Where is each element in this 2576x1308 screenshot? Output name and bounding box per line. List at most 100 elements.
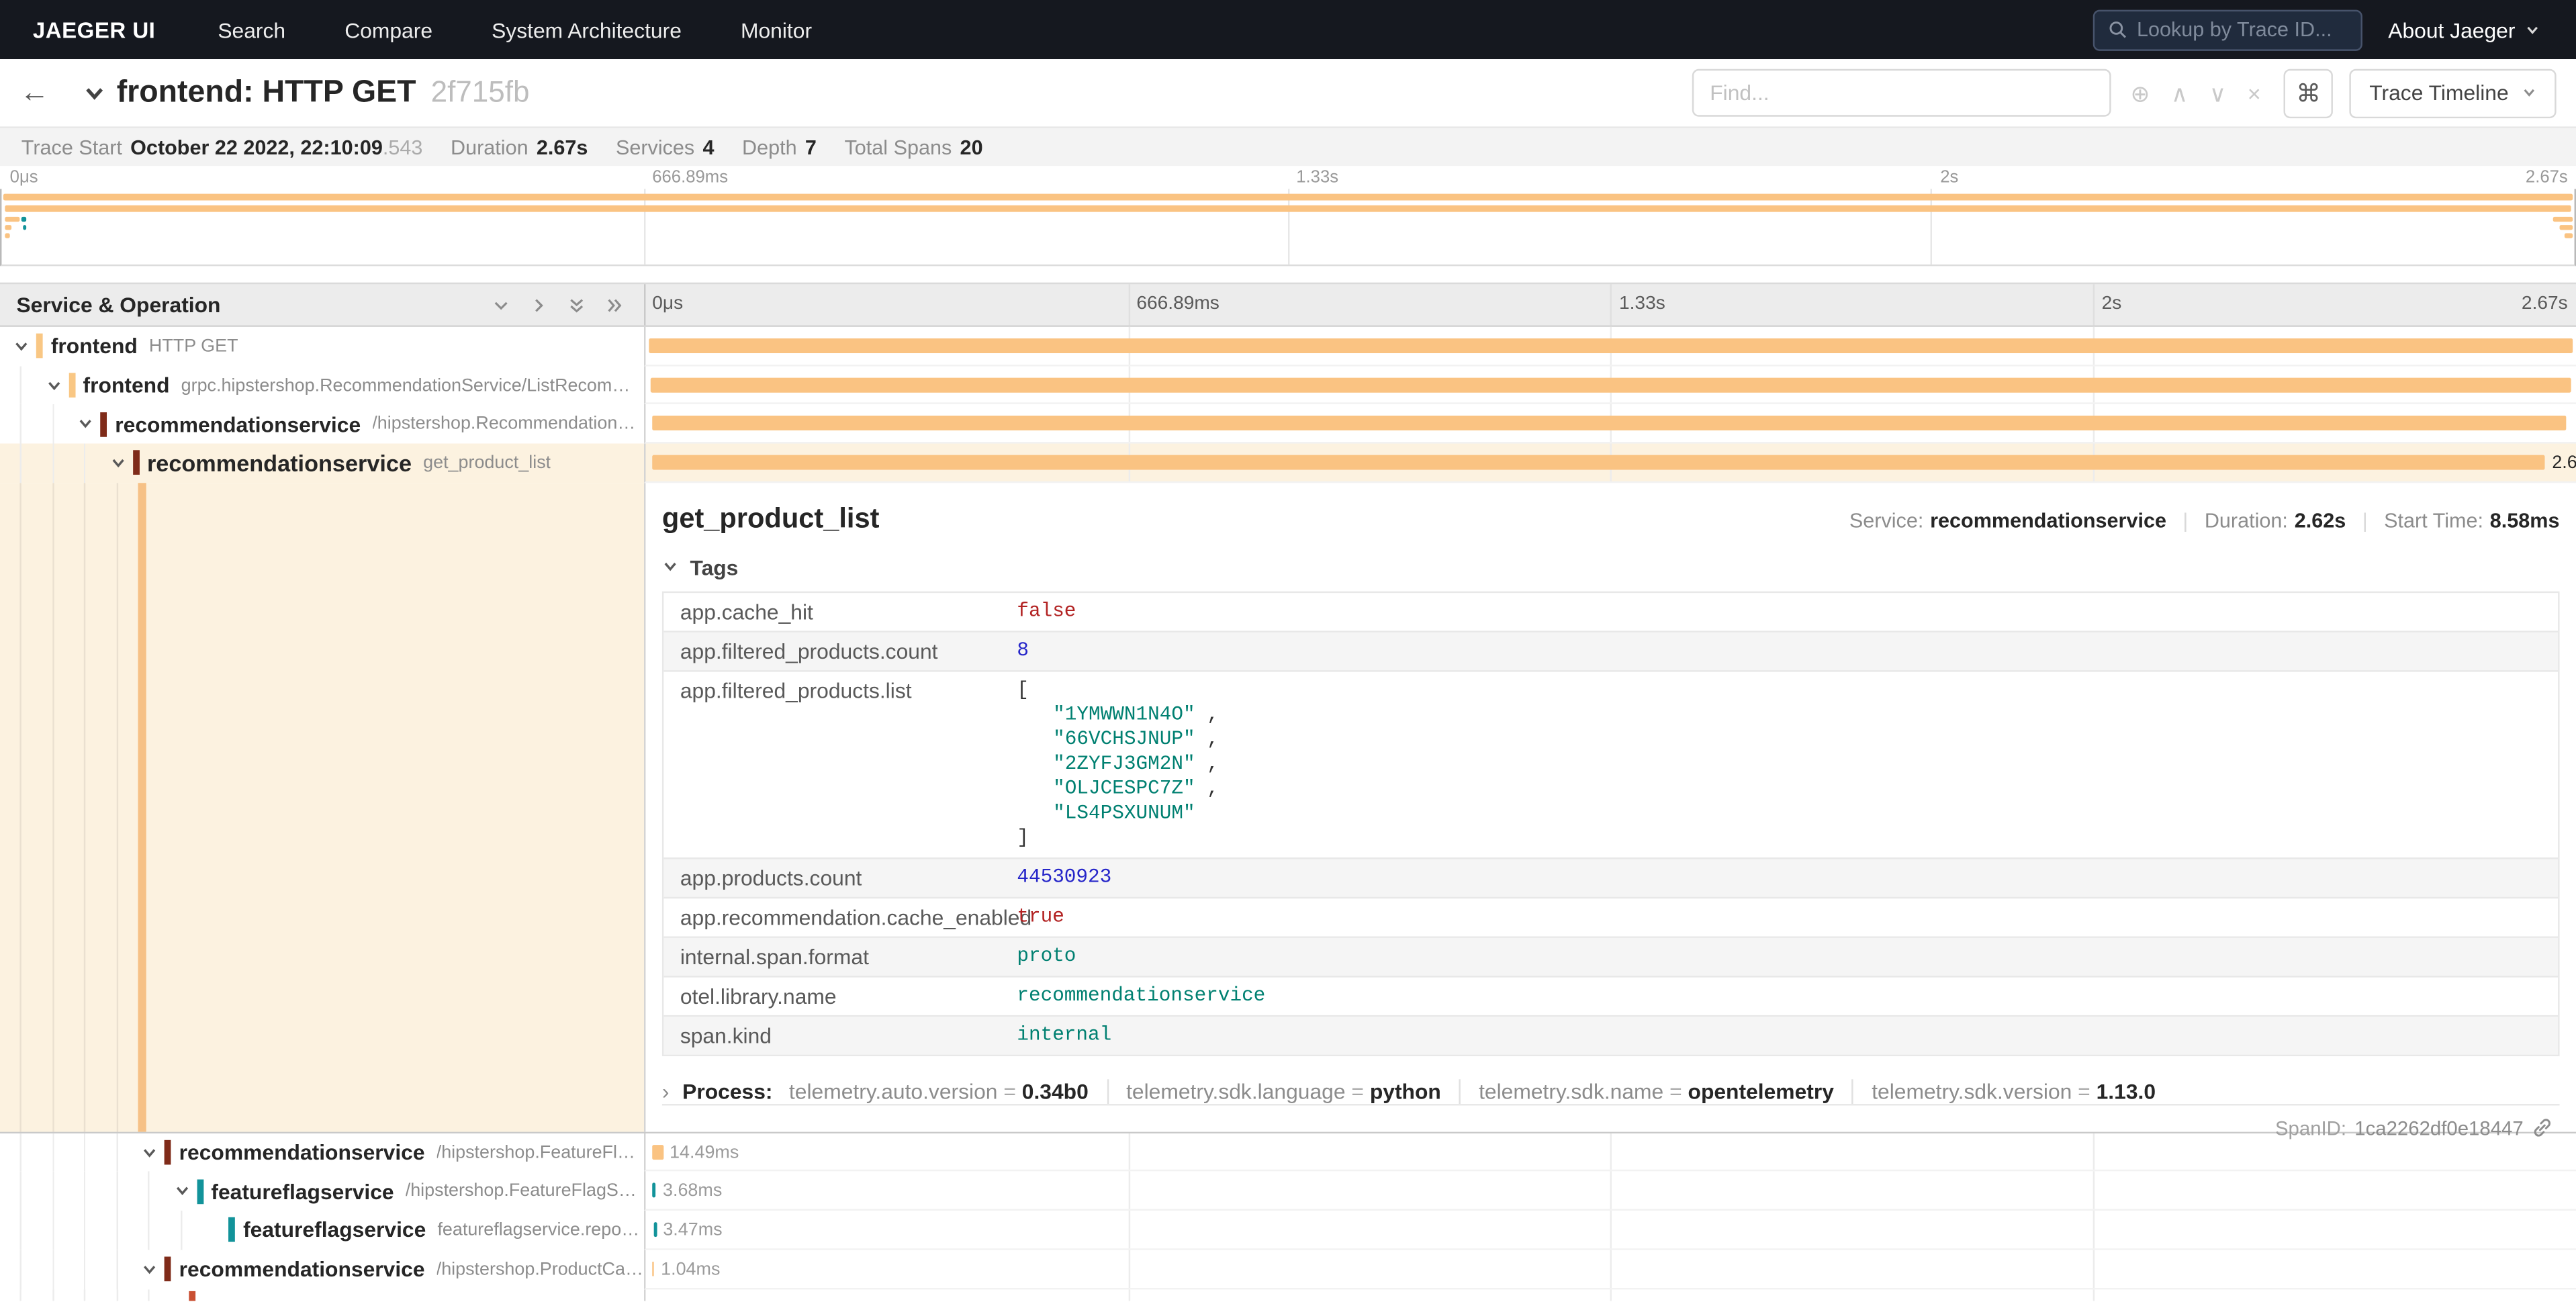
span-row-timeline[interactable]: 3.68ms — [644, 1172, 2576, 1211]
back-button[interactable]: ← — [19, 76, 68, 110]
indent-guide — [19, 483, 21, 1131]
service-color-chip — [68, 373, 75, 398]
trace-id-search-input[interactable] — [2137, 18, 2347, 41]
span-bar[interactable] — [653, 1183, 656, 1198]
app-logo[interactable]: JAEGER UI — [0, 17, 188, 42]
span-row[interactable]: recommendationserviceget_product_list2.6… — [0, 444, 2576, 483]
zoom-icon[interactable]: ⊕ — [2131, 81, 2150, 104]
tag-row[interactable]: app.filtered_products.count8 — [663, 632, 2558, 671]
chevron-down-icon[interactable] — [135, 1133, 165, 1172]
chevron-down-icon — [2525, 22, 2540, 37]
span-bar[interactable] — [653, 1222, 657, 1237]
timeline-tick-label: 2.67s — [2526, 168, 2568, 187]
span-row-left: frontendgrpc.hipstershop.RecommendationS… — [0, 366, 644, 405]
timeline-tick-label: 0μs — [10, 168, 38, 187]
span-row[interactable]: recommendationservice/hipstershop.Recomm… — [0, 405, 2576, 444]
chevron-down-icon[interactable] — [71, 405, 100, 444]
span-bar[interactable] — [651, 377, 2571, 392]
timeline-tick-label: 1.33s — [1619, 294, 1665, 314]
tag-row[interactable]: span.kindinternal — [663, 1017, 2558, 1054]
tag-key: app.cache_hit — [663, 593, 1001, 630]
span-bar[interactable] — [652, 455, 2546, 470]
nav-item-system-architecture[interactable]: System Architecture — [462, 0, 711, 59]
timeline-tick-label: 666.89ms — [652, 168, 728, 187]
tag-value: 8 — [1001, 632, 2558, 669]
timeline-tick-label: 0μs — [652, 294, 683, 314]
chevron-down-icon[interactable] — [103, 444, 132, 483]
span-bar[interactable] — [653, 1261, 655, 1276]
nav-item-compare[interactable]: Compare — [315, 0, 462, 59]
chevron-down-icon[interactable] — [38, 366, 68, 405]
tag-row[interactable]: app.products.count44530923 — [663, 859, 2558, 898]
clear-search-icon[interactable]: × — [2248, 81, 2261, 104]
collapse-trace-chevron-icon[interactable] — [82, 81, 107, 105]
nav-item-monitor[interactable]: Monitor — [711, 0, 841, 59]
service-color-chip — [165, 1140, 171, 1165]
tag-row[interactable]: app.filtered_products.list["1YMWWN1N4O" … — [663, 671, 2558, 859]
nav-item-search[interactable]: Search — [188, 0, 315, 59]
indent-guide — [116, 483, 117, 1131]
span-row-timeline[interactable] — [644, 327, 2576, 366]
span-row-timeline[interactable] — [644, 366, 2576, 405]
service-color-chip — [228, 1218, 235, 1243]
process-tag: telemetry.sdk.name = opentelemetry — [1459, 1079, 1852, 1104]
find-controls: ⊕ ∧ ∨ × — [2131, 81, 2261, 104]
indent-guide — [84, 1289, 85, 1300]
span-row[interactable]: frontendHTTP GET — [0, 327, 2576, 366]
operation-name: HTTP GET — [149, 336, 238, 356]
indent-guide — [52, 1289, 53, 1300]
find-input[interactable] — [1692, 69, 2111, 117]
span-row-timeline[interactable]: 3.47ms — [644, 1211, 2576, 1250]
span-row[interactable]: frontendgrpc.hipstershop.RecommendationS… — [0, 366, 2576, 405]
expand-all-icon[interactable] — [604, 295, 624, 314]
chevron-down-icon[interactable] — [167, 1172, 196, 1211]
span-row[interactable]: recommendationservice/hipstershop.Featur… — [0, 1133, 2576, 1172]
span-row[interactable]: recommendationservice/hipstershop.Produc… — [0, 1250, 2576, 1289]
chevron-right-icon: › — [662, 1079, 670, 1104]
span-duration-label: 14.49ms — [670, 1143, 739, 1162]
span-row-timeline[interactable]: 1.04ms — [644, 1250, 2576, 1289]
timeline-tick-label: 2s — [1940, 168, 1958, 187]
prev-match-icon[interactable]: ∧ — [2171, 81, 2188, 104]
chevron-down-icon[interactable] — [7, 327, 36, 366]
indent-guide — [38, 1172, 71, 1211]
process-accordion[interactable]: › Process: telemetry.auto.version = 0.34… — [662, 1079, 2560, 1104]
chevron-down-icon[interactable] — [135, 1250, 165, 1289]
span-row-timeline[interactable]: 2.62s — [644, 444, 2576, 483]
indent-guide — [71, 1172, 103, 1211]
tag-value: ["1YMWWN1N4O" ,"66VCHSJNUP" ,"2ZYFJ3GM2N… — [1001, 671, 2558, 857]
next-match-icon[interactable]: ∨ — [2209, 81, 2226, 104]
expand-one-icon[interactable] — [529, 295, 549, 314]
span-row-timeline[interactable]: 14.49ms — [644, 1133, 2576, 1172]
tag-row[interactable]: app.recommendation.cache_enabledtrue — [663, 898, 2558, 938]
minimap-span-bar — [4, 233, 9, 238]
span-bar[interactable] — [649, 338, 2572, 353]
span-bar[interactable] — [653, 1145, 663, 1160]
indent-guide — [38, 1211, 71, 1250]
trace-id-search[interactable] — [2092, 9, 2362, 50]
span-row[interactable]: featureflagservice/hipstershop.FeatureFl… — [0, 1172, 2576, 1211]
operation-name: /hipstershop.RecommendationService/Lis… — [372, 414, 644, 434]
minimap-canvas[interactable] — [0, 189, 2576, 266]
service-name: featureflagservice — [243, 1218, 426, 1243]
tag-row[interactable]: app.cache_hitfalse — [663, 593, 2558, 633]
about-jaeger-menu[interactable]: About Jaeger — [2388, 17, 2540, 42]
tag-key: otel.library.name — [663, 977, 1001, 1015]
collapse-one-icon[interactable] — [491, 295, 510, 314]
tags-accordion-toggle[interactable]: Tags — [662, 555, 2560, 579]
span-row[interactable]: featureflagservicefeatureflagservice.rep… — [0, 1211, 2576, 1250]
span-row-timeline[interactable] — [644, 405, 2576, 444]
indent-guide — [84, 483, 85, 1131]
start-time-label: Start Time: — [2384, 509, 2483, 532]
summary-label: Duration — [451, 136, 528, 158]
operation-name: /hipstershop.FeatureFlagService/Ge… — [406, 1182, 644, 1201]
collapse-all-icon[interactable] — [567, 295, 586, 314]
span-bar[interactable] — [651, 416, 2567, 431]
keyboard-shortcuts-button[interactable]: ⌘ — [2284, 68, 2333, 118]
process-items: telemetry.auto.version = 0.34b0telemetry… — [779, 1079, 2174, 1104]
tag-row[interactable]: otel.library.namerecommendationservice — [663, 977, 2558, 1017]
span-duration-label: 3.68ms — [663, 1182, 722, 1201]
trace-view-selector[interactable]: Trace Timeline — [2350, 68, 2557, 118]
tag-row[interactable]: internal.span.formatproto — [663, 937, 2558, 977]
indent-guide — [135, 1172, 167, 1211]
